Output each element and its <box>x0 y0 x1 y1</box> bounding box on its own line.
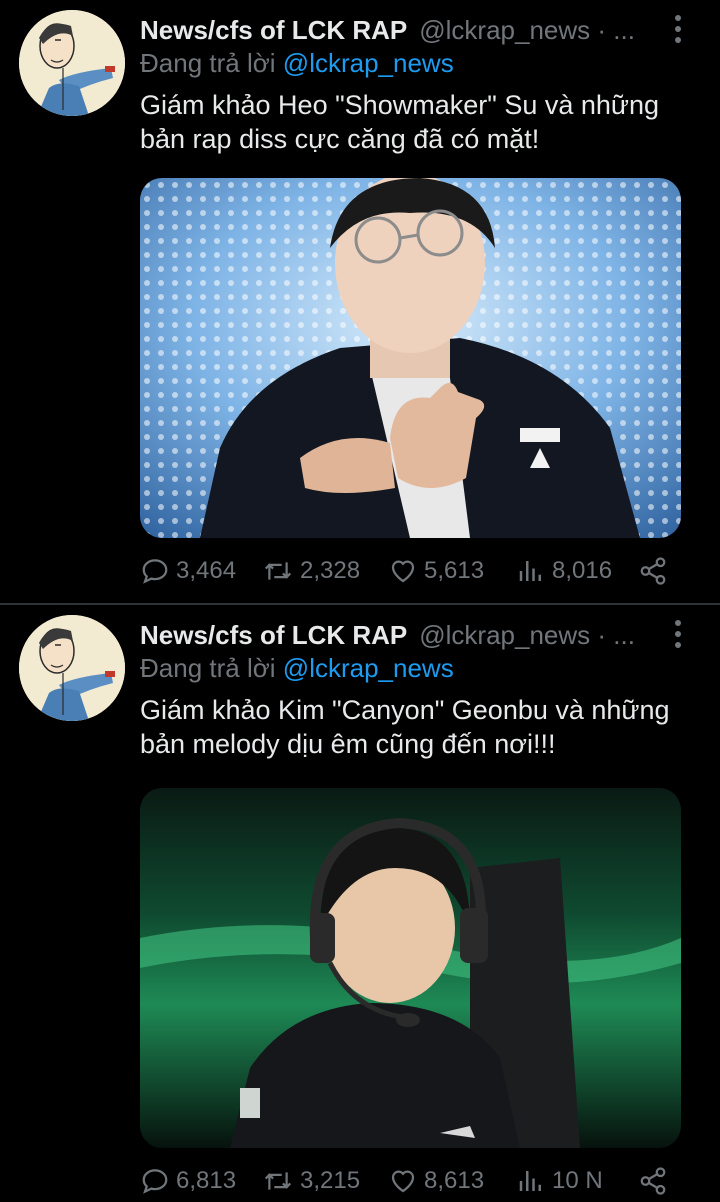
views-icon <box>519 1171 541 1191</box>
like-icon <box>391 1170 415 1193</box>
retweet-icon <box>264 1172 292 1190</box>
reply-context: Đang trả lời @lckrap_news <box>140 46 680 80</box>
like-count: 5,613 <box>424 557 485 584</box>
tweet[interactable]: News/cfs of LCK RAP @lckrap_news · ... Đa… <box>0 0 720 603</box>
tweet[interactable]: News/cfs of LCK RAP @lckrap_news · ... Đa… <box>0 605 720 1202</box>
retweet-count: 3,215 <box>300 1167 361 1194</box>
more-vertical-icon <box>675 620 681 626</box>
reply-prefix: Đang trả lời <box>140 48 276 78</box>
reply-count: 6,813 <box>176 1167 237 1194</box>
reply-button[interactable]: 6,813 <box>140 1161 236 1201</box>
tweet-actions: 3,464 2,328 5,613 8,016 <box>140 551 685 591</box>
reply-to-link[interactable]: @lckrap_news <box>283 653 454 683</box>
share-icon <box>640 557 666 585</box>
reply-icon <box>142 559 168 584</box>
reply-context: Đang trả lời @lckrap_news <box>140 651 680 685</box>
reply-button[interactable]: 3,464 <box>140 551 236 591</box>
reply-to-link[interactable]: @lckrap_news <box>283 48 454 78</box>
display-name[interactable]: News/cfs of LCK RAP <box>140 620 407 650</box>
more-options-button[interactable] <box>664 617 692 651</box>
reply-count: 3,464 <box>176 557 237 584</box>
like-count: 8,613 <box>424 1167 485 1194</box>
tweet-header: News/cfs of LCK RAP @lckrap_news · ... <box>140 13 660 47</box>
views-count: 10 N <box>552 1167 603 1194</box>
views-button[interactable]: 10 N <box>516 1161 603 1201</box>
share-icon <box>640 1167 666 1195</box>
tweet-photo[interactable] <box>140 178 681 538</box>
retweet-icon <box>264 562 292 580</box>
like-icon <box>391 560 415 583</box>
reply-icon <box>142 1169 168 1194</box>
reply-prefix: Đang trả lời <box>140 653 276 683</box>
tweet-text: Giám khảo Kim "Canyon" Geonbu và những b… <box>140 695 670 759</box>
avatar[interactable] <box>19 10 125 116</box>
share-button[interactable] <box>637 1161 669 1201</box>
tweet-actions: 6,813 3,215 8,613 10 N <box>140 1161 685 1201</box>
retweet-button[interactable]: 2,328 <box>262 551 360 591</box>
more-vertical-icon <box>675 15 681 21</box>
tweet-photo[interactable] <box>140 788 681 1148</box>
user-handle[interactable]: @lckrap_news · ... <box>419 620 635 650</box>
display-name[interactable]: News/cfs of LCK RAP <box>140 15 407 45</box>
avatar[interactable] <box>19 615 125 721</box>
tweet-text: Giám khảo Heo "Showmaker" Su và những bả… <box>140 90 659 154</box>
retweet-count: 2,328 <box>300 557 361 584</box>
tweet-header: News/cfs of LCK RAP @lckrap_news · ... <box>140 618 660 652</box>
views-icon <box>519 561 541 581</box>
more-options-button[interactable] <box>664 12 692 46</box>
like-button[interactable]: 8,613 <box>388 1161 484 1201</box>
share-button[interactable] <box>637 551 669 591</box>
views-count: 8,016 <box>552 557 613 584</box>
views-button[interactable]: 8,016 <box>516 551 612 591</box>
retweet-button[interactable]: 3,215 <box>262 1161 360 1201</box>
user-handle[interactable]: @lckrap_news · ... <box>419 15 635 45</box>
like-button[interactable]: 5,613 <box>388 551 484 591</box>
